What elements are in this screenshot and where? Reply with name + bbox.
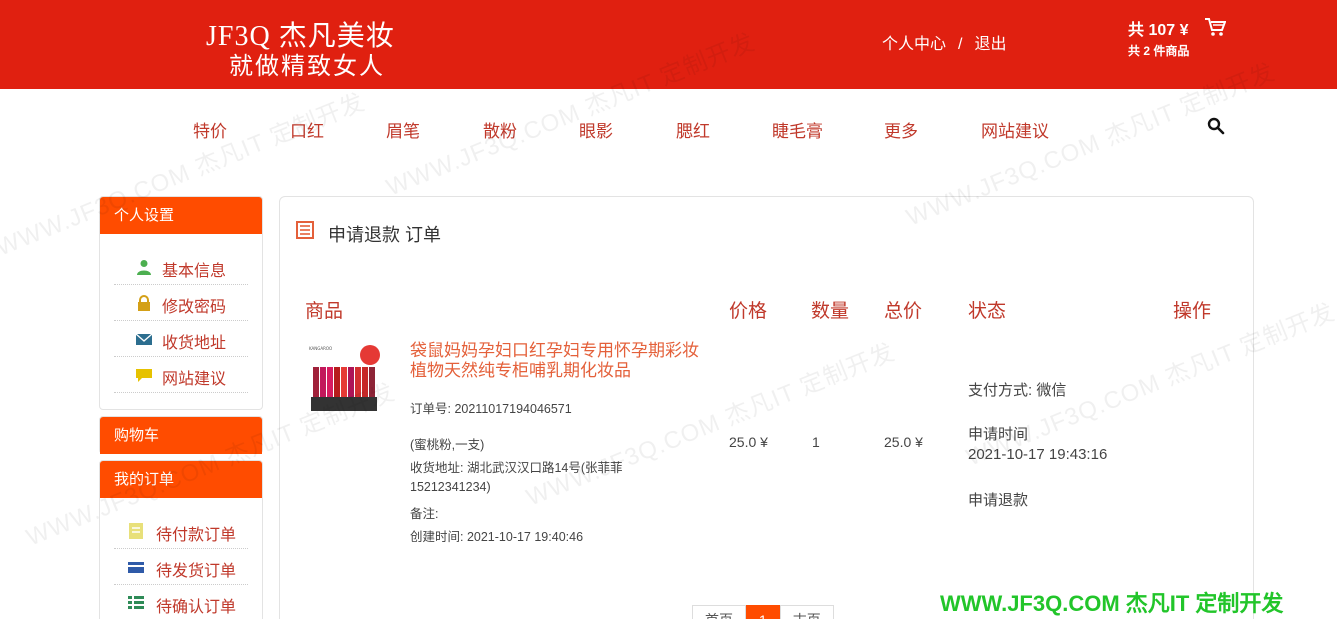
nav-item-site-suggestion[interactable]: 网站建议 <box>981 117 1049 142</box>
nav-item-eyeshadow[interactable]: 眼影 <box>579 117 613 142</box>
logo-slogan: 就做精致女人 <box>229 54 385 80</box>
column-header-actions: 操作 <box>1173 301 1212 322</box>
column-header-price: 价格 <box>729 301 768 322</box>
sidebar-item-pending-shipment[interactable]: 待发货订单 <box>114 549 248 585</box>
header-bar: JF3Q 杰凡美妆 就做精致女人 个人中心 / 退出 共 107 ¥ 共 2 件商品 <box>0 0 1337 89</box>
nav-item-special[interactable]: 特价 <box>193 117 227 142</box>
order-note: 备注: <box>410 507 439 521</box>
comment-icon <box>136 369 152 382</box>
status-badge: 申请退款 <box>968 492 1029 509</box>
pagination-last-button[interactable]: 末页 <box>779 605 834 619</box>
sidebar-item-basic-info[interactable]: 基本信息 <box>114 249 248 285</box>
nav-item-blush[interactable]: 腮红 <box>676 117 710 142</box>
column-header-total: 总价 <box>884 301 923 322</box>
nav-item-lipstick[interactable]: 口红 <box>290 117 324 142</box>
order-quantity: 1 <box>812 434 820 450</box>
nav-item-eyebrow-pencil[interactable]: 眉笔 <box>386 117 420 142</box>
sidebar-item-label: 收货地址 <box>162 335 227 352</box>
sidebar-item-label: 修改密码 <box>162 299 227 316</box>
sidebar-item-pending-payment[interactable]: 待付款订单 <box>114 513 248 549</box>
nav-item-more[interactable]: 更多 <box>884 117 918 142</box>
personal-settings-box: 个人设置 基本信息 修改密码 收货地址 网站建议 <box>99 196 263 410</box>
pagination: 首页 1 末页 <box>692 605 834 619</box>
sidebar-item-pending-confirm[interactable]: 待确认订单 <box>114 585 248 619</box>
main-nav: 特价 口红 眉笔 散粉 眼影 腮红 睫毛膏 更多 网站建议 <box>0 89 1337 169</box>
search-icon[interactable] <box>1207 117 1225 135</box>
shipping-address-line1: 收货地址: 湖北武汉汉口路14号(张菲菲 <box>410 461 623 475</box>
product-name-link[interactable]: 袋鼠妈妈孕妇口红孕妇专用怀孕期彩妆植物天然纯专柜哺乳期化妆品 <box>410 341 710 381</box>
envelope-icon <box>136 333 152 345</box>
shopping-cart-icon[interactable] <box>1204 17 1226 37</box>
svg-text:KANGAROO: KANGAROO <box>309 346 332 351</box>
logout-link[interactable]: 退出 <box>974 36 1006 53</box>
sidebar-item-label: 待确认订单 <box>156 599 237 616</box>
shipping-address-line2: 15212341234) <box>410 480 491 494</box>
table-list-icon <box>128 596 144 609</box>
sidebar-item-label: 待发货订单 <box>156 563 237 580</box>
nav-item-loose-powder[interactable]: 散粉 <box>483 117 517 142</box>
sidebar-item-label: 网站建议 <box>162 371 227 388</box>
pagination-page-current[interactable]: 1 <box>746 605 780 619</box>
sidebar-item-site-suggestion[interactable]: 网站建议 <box>114 357 248 393</box>
lock-icon <box>138 295 150 311</box>
cart-box[interactable]: 购物车 <box>99 416 263 454</box>
list-alt-icon <box>296 221 314 239</box>
sidebar-item-label: 待付款订单 <box>156 527 237 544</box>
column-header-product: 商品 <box>305 301 344 322</box>
list-icon <box>129 523 143 539</box>
sidebar-item-label: 基本信息 <box>162 263 227 280</box>
sidebar-item-change-password[interactable]: 修改密码 <box>114 285 248 321</box>
payment-method: 支付方式: 微信 <box>968 382 1067 399</box>
credit-card-icon <box>128 562 144 573</box>
column-header-quantity: 数量 <box>811 301 850 322</box>
nav-item-mascara[interactable]: 睫毛膏 <box>772 117 823 142</box>
apply-time: 2021-10-17 19:43:16 <box>968 446 1108 463</box>
user-links-separator: / <box>958 36 963 53</box>
my-orders-title: 我的订单 <box>100 461 262 498</box>
sidebar-item-shipping-address[interactable]: 收货地址 <box>114 321 248 357</box>
pagination-first-button[interactable]: 首页 <box>692 605 746 619</box>
cart-total[interactable]: 共 107 ¥ <box>1128 16 1189 40</box>
watermark-footer: WWW.JF3Q.COM 杰凡IT 定制开发 <box>940 591 1284 616</box>
user-links: 个人中心 / 退出 <box>882 30 1006 54</box>
product-image[interactable]: KANGAROO <box>307 343 383 419</box>
product-variant: (蜜桃粉,一支) <box>410 438 485 452</box>
order-created-time: 创建时间: 2021-10-17 19:40:46 <box>410 530 584 544</box>
cart-count: 共 2 件商品 <box>1128 44 1190 58</box>
page-title: 申请退款 订单 <box>328 225 442 245</box>
cart-title[interactable]: 购物车 <box>100 417 262 454</box>
user-center-link[interactable]: 个人中心 <box>882 36 946 53</box>
order-total: 25.0 ¥ <box>884 434 923 450</box>
order-number: 订单号: 20211017194046571 <box>410 402 572 416</box>
personal-settings-title: 个人设置 <box>100 197 262 234</box>
user-icon <box>137 260 151 275</box>
order-price: 25.0 ¥ <box>729 434 768 450</box>
apply-time-label: 申请时间 <box>968 426 1029 443</box>
column-header-status: 状态 <box>968 301 1007 322</box>
my-orders-box: 我的订单 待付款订单 待发货订单 待确认订单 <box>99 460 263 619</box>
refund-order-panel: 申请退款 订单 商品 价格 数量 总价 状态 操作 KANGAROO 袋鼠妈妈孕… <box>279 196 1254 619</box>
